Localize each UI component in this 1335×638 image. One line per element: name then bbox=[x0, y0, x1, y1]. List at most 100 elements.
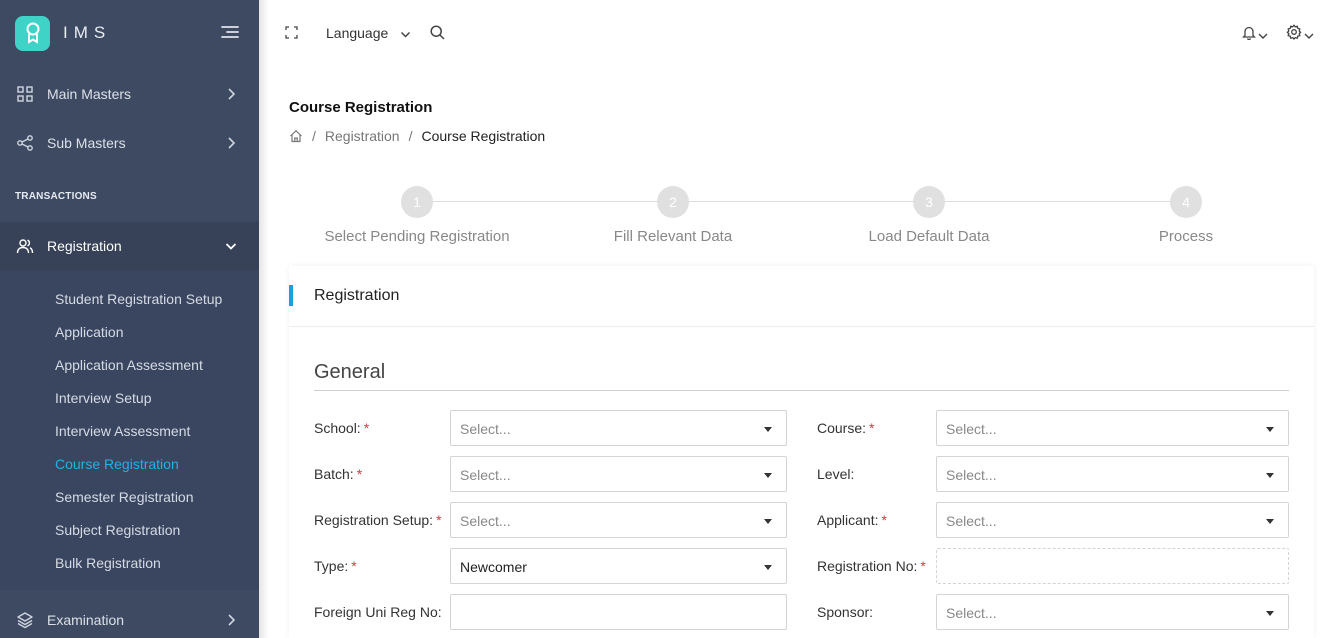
applicant-select[interactable]: Select... bbox=[936, 502, 1289, 538]
top-bar: Language bbox=[259, 0, 1335, 66]
language-selector[interactable]: Language bbox=[326, 25, 388, 41]
users-icon bbox=[16, 237, 34, 255]
step-4-label: Process bbox=[1158, 228, 1214, 245]
section-heading-general: General bbox=[314, 361, 386, 383]
course-select-value: Select... bbox=[946, 421, 997, 437]
foreign-uni-reg-no-field[interactable] bbox=[450, 594, 787, 630]
card-accent-bar bbox=[289, 285, 293, 306]
caret-down-icon bbox=[764, 565, 772, 570]
search-icon[interactable] bbox=[430, 25, 445, 45]
step-2-circle: 2 bbox=[657, 186, 689, 218]
step-2-label: Fill Relevant Data bbox=[613, 228, 733, 245]
step-connector bbox=[945, 201, 1170, 202]
sidebar: IMS Main Masters Sub Masters TRANSACTION… bbox=[0, 0, 259, 638]
submenu-student-registration-setup[interactable]: Student Registration Setup bbox=[55, 291, 222, 307]
breadcrumb-link-registration[interactable]: Registration bbox=[325, 128, 400, 144]
page-title: Course Registration bbox=[289, 99, 433, 116]
submenu-semester-registration[interactable]: Semester Registration bbox=[55, 489, 194, 505]
registration-no-label: Registration No: * bbox=[817, 558, 926, 574]
foreign-uni-reg-no-label: Foreign Uni Reg No: bbox=[314, 604, 442, 620]
menu-toggle-icon[interactable] bbox=[220, 24, 240, 40]
home-icon[interactable] bbox=[289, 129, 303, 143]
step-3-label: Load Default Data bbox=[868, 228, 990, 245]
card-title: Registration bbox=[314, 287, 400, 304]
sidebar-item-main-masters[interactable]: Main Masters bbox=[0, 70, 259, 118]
gear-icon[interactable] bbox=[1286, 24, 1302, 45]
sponsor-select-value: Select... bbox=[946, 605, 997, 621]
applicant-label: Applicant: * bbox=[817, 512, 887, 528]
sidebar-item-label: Main Masters bbox=[47, 86, 132, 102]
caret-down-icon bbox=[1266, 473, 1274, 478]
registration-card: Registration General School: * Select... … bbox=[289, 266, 1314, 638]
bell-icon[interactable] bbox=[1241, 25, 1257, 45]
step-4-circle: 4 bbox=[1170, 186, 1202, 218]
school-select[interactable]: Select... bbox=[450, 410, 787, 446]
batch-select[interactable]: Select... bbox=[450, 456, 787, 492]
level-select[interactable]: Select... bbox=[936, 456, 1289, 492]
submenu-application-assessment[interactable]: Application Assessment bbox=[55, 357, 203, 373]
school-select-value: Select... bbox=[460, 421, 511, 437]
batch-label: Batch: * bbox=[314, 466, 363, 482]
app-name: IMS bbox=[63, 23, 112, 42]
registration-submenu: Student Registration Setup Application A… bbox=[0, 270, 259, 590]
school-label: School: * bbox=[314, 420, 370, 436]
step-3-circle: 3 bbox=[913, 186, 945, 218]
type-select[interactable]: Newcomer bbox=[450, 548, 787, 584]
chevron-down-icon[interactable] bbox=[1258, 28, 1268, 46]
registration-setup-select-value: Select... bbox=[460, 513, 511, 529]
type-select-value: Newcomer bbox=[460, 559, 527, 575]
submenu-subject-registration[interactable]: Subject Registration bbox=[55, 522, 180, 538]
registration-steps: 1 2 3 4 Select Pending Registration Fill… bbox=[289, 186, 1314, 256]
sidebar-item-label: Registration bbox=[47, 238, 122, 254]
submenu-interview-assessment[interactable]: Interview Assessment bbox=[55, 423, 190, 439]
layers-icon bbox=[16, 611, 34, 629]
sponsor-select[interactable]: Select... bbox=[936, 594, 1289, 630]
award-logo-icon bbox=[15, 15, 50, 51]
chevron-down-icon[interactable] bbox=[1304, 28, 1314, 46]
registration-setup-label: Registration Setup: * bbox=[314, 512, 442, 528]
grid-icon bbox=[16, 85, 34, 103]
submenu-application[interactable]: Application bbox=[55, 324, 124, 340]
chevron-right-icon bbox=[224, 613, 238, 627]
chevron-down-icon[interactable] bbox=[400, 27, 411, 45]
share-icon bbox=[16, 134, 34, 152]
section-divider bbox=[314, 390, 1289, 391]
registration-no-field[interactable] bbox=[936, 548, 1289, 584]
caret-down-icon bbox=[1266, 611, 1274, 616]
step-1-circle: 1 bbox=[401, 186, 433, 218]
applicant-select-value: Select... bbox=[946, 513, 997, 529]
card-header: Registration bbox=[289, 266, 1314, 327]
caret-down-icon bbox=[1266, 427, 1274, 432]
level-label: Level: bbox=[817, 466, 855, 482]
breadcrumb: / Registration / Course Registration bbox=[289, 128, 545, 144]
breadcrumb-separator: / bbox=[408, 128, 413, 144]
step-1-label: Select Pending Registration bbox=[324, 228, 510, 245]
caret-down-icon bbox=[764, 427, 772, 432]
registration-setup-select[interactable]: Select... bbox=[450, 502, 787, 538]
chevron-down-icon bbox=[224, 239, 238, 253]
level-select-value: Select... bbox=[946, 467, 997, 483]
sidebar-section-title: TRANSACTIONS bbox=[15, 191, 97, 202]
step-connector bbox=[689, 201, 913, 202]
sidebar-item-registration[interactable]: Registration bbox=[0, 222, 259, 270]
submenu-bulk-registration[interactable]: Bulk Registration bbox=[55, 555, 161, 571]
submenu-course-registration[interactable]: Course Registration bbox=[55, 456, 179, 472]
sidebar-item-label: Sub Masters bbox=[47, 135, 126, 151]
course-label: Course: * bbox=[817, 420, 875, 436]
fullscreen-icon[interactable] bbox=[285, 26, 298, 44]
sponsor-label: Sponsor: bbox=[817, 604, 874, 620]
breadcrumb-separator: / bbox=[312, 128, 316, 144]
caret-down-icon bbox=[764, 519, 772, 524]
caret-down-icon bbox=[1266, 519, 1274, 524]
course-select[interactable]: Select... bbox=[936, 410, 1289, 446]
chevron-right-icon bbox=[224, 87, 238, 101]
sidebar-item-sub-masters[interactable]: Sub Masters bbox=[0, 119, 259, 167]
submenu-interview-setup[interactable]: Interview Setup bbox=[55, 390, 152, 406]
caret-down-icon bbox=[764, 473, 772, 478]
batch-select-value: Select... bbox=[460, 467, 511, 483]
sidebar-item-label: Examination bbox=[47, 612, 125, 628]
type-label: Type: * bbox=[314, 558, 357, 574]
sidebar-item-examination[interactable]: Examination bbox=[0, 596, 259, 638]
chevron-right-icon bbox=[224, 136, 238, 150]
step-connector bbox=[433, 201, 657, 202]
